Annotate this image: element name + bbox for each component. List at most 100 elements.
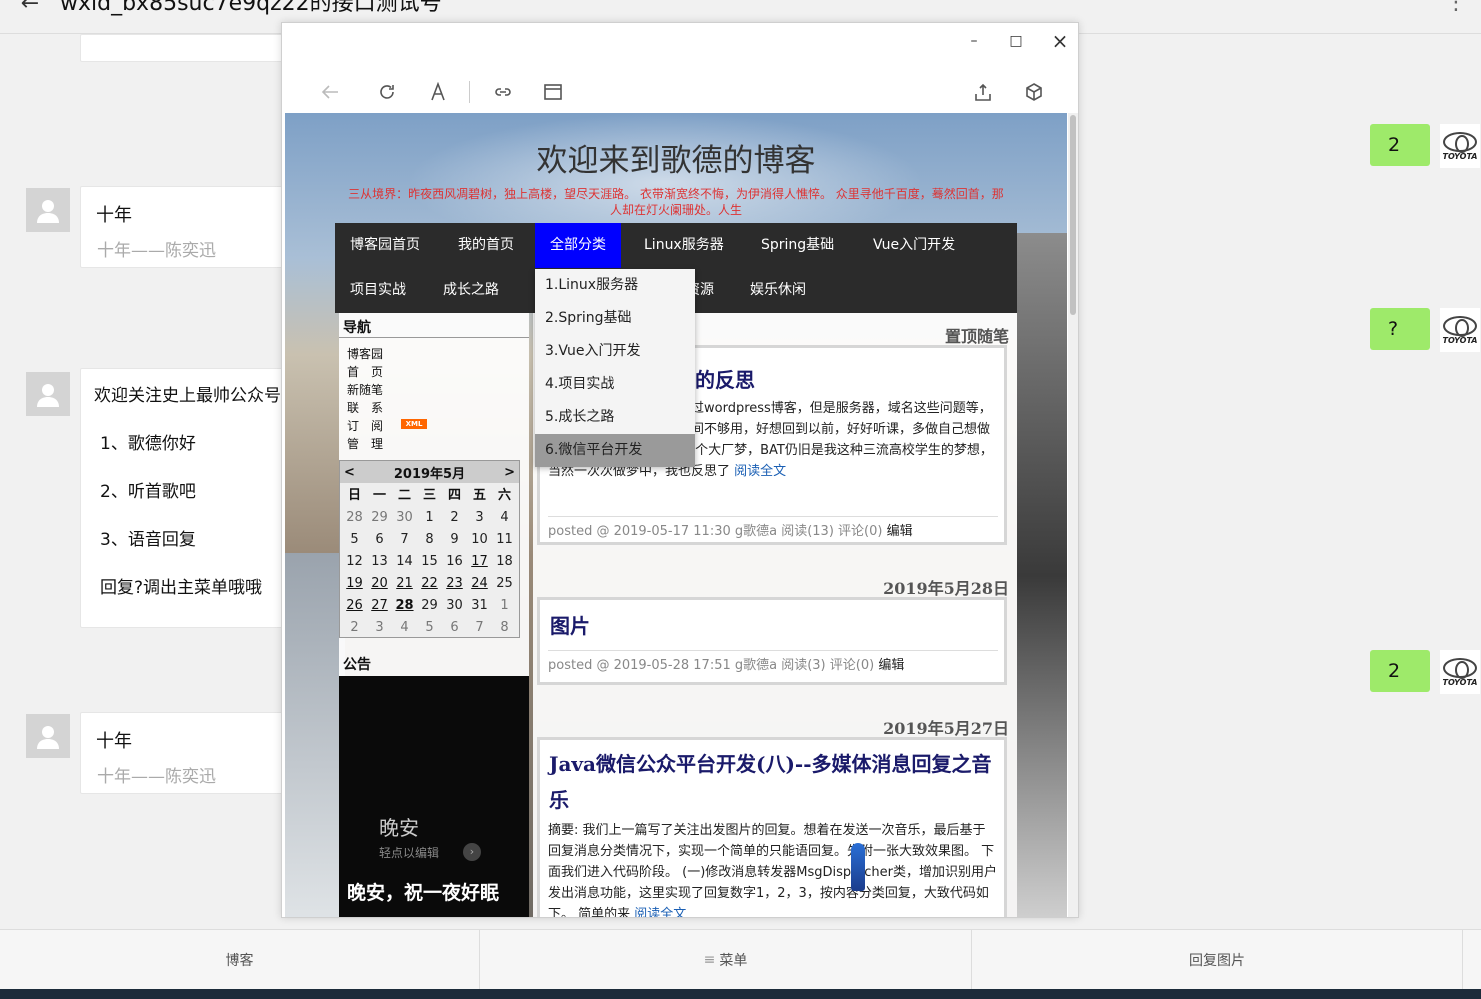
- calendar-day[interactable]: 19: [342, 573, 367, 595]
- sidebar-link-cnblogs[interactable]: 博客园: [347, 345, 383, 362]
- music-message-bubble[interactable]: 十年 十年——陈奕迅: [80, 186, 290, 268]
- nav-growth[interactable]: 成长之路: [428, 268, 514, 313]
- menu-blog-label: 博客: [225, 953, 254, 969]
- more-icon[interactable]: ⋮: [1445, 0, 1467, 15]
- calendar-day: 13: [371, 554, 388, 569]
- sidebar-link-subscribe[interactable]: 订 阅: [347, 417, 383, 434]
- post-title[interactable]: 的反思: [695, 364, 755, 393]
- calendar-day[interactable]: 20: [367, 573, 392, 595]
- divider: [548, 650, 998, 651]
- dropdown-item-vue[interactable]: 3.Vue入门开发: [535, 335, 695, 368]
- calendar-day: 6: [450, 620, 459, 635]
- nav-home[interactable]: 博客园首页: [335, 223, 435, 268]
- window-icon[interactable]: [539, 78, 567, 106]
- calendar-day[interactable]: 17: [467, 551, 492, 573]
- notice-image-caption: 晚安，祝一夜好眠: [347, 882, 500, 904]
- menu-reply-image-button[interactable]: 回复图片: [972, 930, 1462, 990]
- toyota-label: TOYOTA: [1442, 151, 1478, 161]
- dropdown-item-wechat[interactable]: 6.微信平台开发: [535, 434, 695, 467]
- back-icon[interactable]: [316, 78, 344, 106]
- calendar-prev-button[interactable]: <: [344, 465, 355, 480]
- dropdown-item-growth[interactable]: 5.成长之路: [535, 401, 695, 434]
- cube-icon[interactable]: [1020, 78, 1048, 106]
- post-summary-text: 摘要: 我们上一篇写了关注出发图片的回复。想着在发送一次音乐，最后基于回复消息分…: [548, 823, 997, 918]
- menu-blog-button[interactable]: 博客: [0, 930, 479, 990]
- calendar-day[interactable]: 27: [367, 595, 392, 617]
- edit-link[interactable]: 编辑: [887, 524, 913, 539]
- refresh-icon[interactable]: [373, 78, 401, 106]
- calendar-day[interactable]: 26: [342, 595, 367, 617]
- nav-my-home[interactable]: 我的首页: [443, 223, 529, 268]
- font-size-icon[interactable]: [424, 78, 452, 106]
- nav-spring[interactable]: Spring基础: [746, 223, 849, 268]
- bottom-menu-bar: 博客 ≡ 菜单 回复图片: [0, 929, 1481, 990]
- calendar-day: 3: [475, 510, 484, 525]
- calendar-day: 5: [350, 532, 359, 547]
- toolbar-divider: [469, 81, 470, 103]
- dropdown-item-linux[interactable]: 1.Linux服务器: [535, 269, 695, 302]
- read-more-link[interactable]: 阅读全文: [734, 464, 786, 479]
- back-arrow-icon[interactable]: ←: [0, 0, 60, 22]
- edit-link[interactable]: 编辑: [878, 658, 904, 673]
- calendar-day: 7: [475, 620, 484, 635]
- calendar-next-button[interactable]: >: [504, 465, 515, 480]
- divider: [1462, 930, 1463, 990]
- dropdown-item-projects[interactable]: 4.项目实战: [535, 368, 695, 401]
- calendar-day: 29: [421, 598, 438, 613]
- sidebar-link-new-post[interactable]: 新随笔: [347, 381, 383, 398]
- divider: [339, 337, 529, 338]
- maximize-button[interactable]: □: [1000, 29, 1032, 53]
- music-subtitle: 十年——陈奕迅: [97, 767, 216, 787]
- welcome-message-bubble: 欢迎关注史上最帅公众号 1、歌德你好 2、听首歌吧 3、语音回复 回复?调出主菜…: [80, 368, 290, 628]
- sidebar-link-manage[interactable]: 管 理: [347, 435, 383, 452]
- nav-all-categories[interactable]: 全部分类: [535, 223, 621, 268]
- calendar-day: 18: [496, 554, 513, 569]
- calendar-weekday: 三: [422, 488, 436, 503]
- calendar-day: 4: [500, 510, 509, 525]
- calendar-day[interactable]: 24: [467, 573, 492, 595]
- sidebar-link-contact[interactable]: 联 系: [347, 399, 383, 416]
- nav-projects[interactable]: 项目实战: [335, 268, 421, 313]
- dropdown-item-spring[interactable]: 2.Spring基础: [535, 302, 695, 335]
- calendar-weekday: 六: [497, 488, 511, 503]
- menu-main-button[interactable]: ≡ 菜单: [480, 930, 971, 990]
- notice-image-hint: 轻点以编辑: [379, 846, 440, 860]
- nav-linux[interactable]: Linux服务器: [629, 223, 739, 268]
- background-car-right: [1017, 233, 1067, 917]
- calendar-day: 5: [425, 620, 434, 635]
- menu-line: 回复?调出主菜单哦哦: [100, 578, 263, 598]
- calendar-day: 16: [446, 554, 463, 569]
- sidebar-link-home[interactable]: 首 页: [347, 363, 383, 380]
- read-more-link[interactable]: 阅读全文: [634, 907, 686, 917]
- sent-message: 2: [1370, 124, 1430, 166]
- share-icon[interactable]: [969, 78, 997, 106]
- xml-badge[interactable]: XML: [401, 419, 427, 429]
- music-message-bubble[interactable]: 十年 十年——陈奕迅: [80, 712, 290, 794]
- post-title[interactable]: 图片: [550, 610, 590, 639]
- calendar-weekday: 四: [447, 488, 461, 503]
- avatar: [26, 188, 70, 232]
- toyota-avatar: TOYOTA: [1440, 308, 1480, 352]
- close-button[interactable]: ×: [1044, 29, 1076, 53]
- notice-title: 公告: [343, 657, 371, 673]
- link-icon[interactable]: [489, 78, 517, 106]
- calendar-day[interactable]: 21: [392, 573, 417, 595]
- music-title: 十年: [96, 731, 132, 752]
- calendar-day[interactable]: 23: [442, 573, 467, 595]
- minimize-button[interactable]: –: [958, 29, 990, 53]
- chat-title: wxid_bx85suc7e9qz22的接口测试号: [60, 0, 442, 16]
- message-bubble-partial: [80, 34, 290, 62]
- calendar-day[interactable]: 28: [392, 595, 417, 617]
- scrollbar-thumb[interactable]: [1070, 115, 1076, 315]
- calendar-day: 11: [496, 532, 513, 547]
- nav-entertainment[interactable]: 娱乐休闲: [735, 268, 821, 313]
- rocket-icon[interactable]: [851, 843, 865, 891]
- background-car-left: [285, 553, 345, 917]
- calendar-day[interactable]: 22: [417, 573, 442, 595]
- nav-vue[interactable]: Vue入门开发: [858, 223, 970, 268]
- music-subtitle: 十年——陈奕迅: [97, 241, 216, 261]
- calendar-day: 8: [425, 532, 434, 547]
- post-title[interactable]: Java微信公众平台开发(八)--多媒体消息回复之音乐: [549, 746, 999, 818]
- calendar-day: 7: [400, 532, 409, 547]
- toyota-label: TOYOTA: [1442, 335, 1478, 345]
